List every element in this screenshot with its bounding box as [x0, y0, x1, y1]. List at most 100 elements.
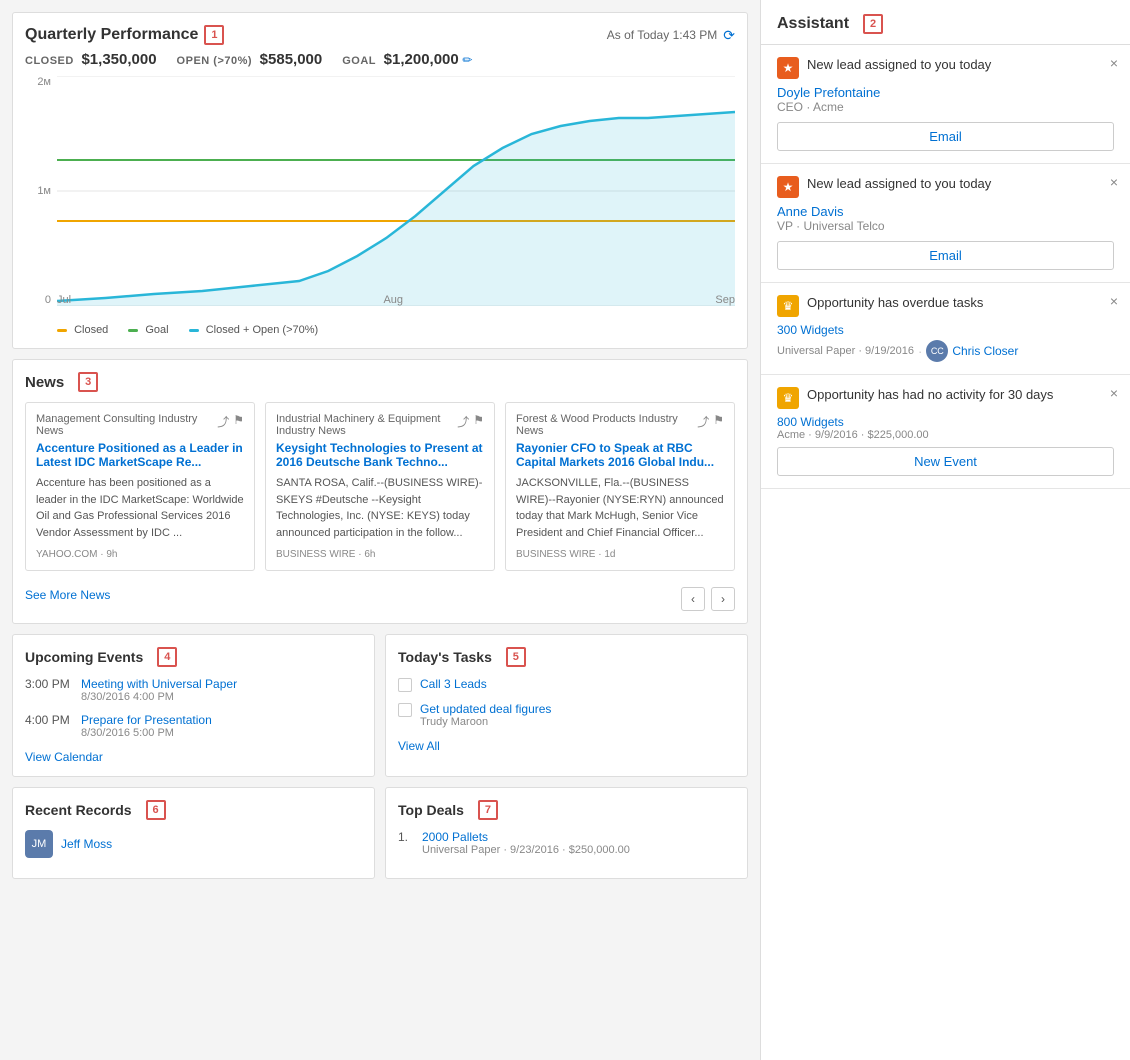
news-footer-0: YAHOO.COM · 9h: [36, 549, 244, 560]
x-label-sep: Sep: [715, 294, 735, 306]
deal-meta-0: Universal Paper · 9/23/2016 · $250,000.0…: [422, 844, 630, 856]
task-name-0[interactable]: Call 3 Leads: [420, 677, 487, 691]
lead-star-icon-1: ★: [777, 176, 799, 198]
perf-meta: As of Today 1:43 PM ⟳: [607, 27, 735, 44]
assistant-card-header-3: ♛ Opportunity has had no activity for 30…: [777, 387, 1114, 409]
close-card-0[interactable]: ×: [1110, 55, 1118, 71]
y-label-2m: 2м: [37, 76, 51, 88]
news-category-1: Industrial Machinery & Equipment Industr…: [276, 413, 457, 437]
event-name-1[interactable]: Prepare for Presentation: [81, 713, 212, 727]
close-card-1[interactable]: ×: [1110, 174, 1118, 190]
close-card-2[interactable]: ×: [1110, 293, 1118, 309]
news-body-2: JACKSONVILLE, Fla.--(BUSINESS WIRE)--Ray…: [516, 475, 724, 541]
assistant-deal-2[interactable]: 300 Widgets: [777, 323, 1114, 337]
task-content-1: Get updated deal figures Trudy Maroon: [420, 702, 551, 728]
news-footer-1: BUSINESS WIRE · 6h: [276, 549, 484, 560]
events-title: Upcoming Events 4: [25, 647, 362, 667]
recent-item-0: JM Jeff Moss: [25, 830, 362, 858]
assistant-role-1: VP · Universal Telco: [777, 219, 1114, 233]
closed-stat: CLOSED $1,350,000: [25, 51, 157, 68]
flag-icon-2[interactable]: ⚑: [713, 413, 724, 430]
news-category-0: Management Consulting Industry News: [36, 413, 217, 437]
x-label-aug: Aug: [383, 294, 403, 306]
edit-goal-icon[interactable]: ✏: [462, 53, 472, 67]
assistant-email-btn-1[interactable]: Email: [777, 241, 1114, 270]
recent-badge: 6: [146, 800, 166, 820]
news-next-button[interactable]: ›: [711, 587, 735, 611]
chart-y-labels: 2м 1м 0: [25, 76, 55, 306]
chart-svg-area: [57, 76, 735, 306]
perf-stats: CLOSED $1,350,000 OPEN (>70%) $585,000 G…: [25, 51, 735, 68]
task-checkbox-0[interactable]: [398, 678, 412, 692]
news-title-0[interactable]: Accenture Positioned as a Leader in Late…: [36, 441, 244, 469]
legend-closed-dot: [57, 329, 67, 332]
task-owner-1: Trudy Maroon: [420, 716, 551, 728]
assistant-card-title-0: New lead assigned to you today: [807, 57, 1114, 72]
assistant-card-title-1: New lead assigned to you today: [807, 176, 1114, 191]
view-calendar-link[interactable]: View Calendar: [25, 750, 103, 764]
news-item-0: Management Consulting Industry News ⤴ ⚑ …: [25, 402, 255, 571]
refresh-icon[interactable]: ⟳: [723, 27, 735, 44]
share-icon-0[interactable]: ⤴: [217, 413, 229, 430]
recent-section: Recent Records 6 JM Jeff Moss: [12, 787, 375, 879]
assistant-meta-3: Acme · 9/9/2016 · $225,000.00: [777, 429, 1114, 441]
recent-name-0[interactable]: Jeff Moss: [61, 837, 112, 851]
open-value: $585,000: [260, 51, 323, 68]
assistant-owner-2[interactable]: Chris Closer: [952, 344, 1018, 358]
news-title: News: [25, 374, 64, 391]
news-item-2: Forest & Wood Products Industry News ⤴ ⚑…: [505, 402, 735, 571]
event-time-1: 4:00 PM: [25, 713, 73, 739]
assistant-badge: 2: [863, 14, 883, 34]
recent-icon-0: JM: [25, 830, 53, 858]
x-label-jul: Jul: [57, 294, 71, 306]
assistant-person-0[interactable]: Doyle Prefontaine: [777, 85, 1114, 100]
event-name-0[interactable]: Meeting with Universal Paper: [81, 677, 237, 691]
assistant-person-1[interactable]: Anne Davis: [777, 204, 1114, 219]
perf-badge: 1: [204, 25, 224, 45]
performance-section: Quarterly Performance 1 As of Today 1:43…: [12, 12, 748, 349]
assistant-panel: Assistant 2 × ★ New lead assigned to you…: [760, 0, 1130, 1060]
assistant-card-0: × ★ New lead assigned to you today Doyle…: [761, 45, 1130, 164]
close-card-3[interactable]: ×: [1110, 385, 1118, 401]
event-time-0: 3:00 PM: [25, 677, 73, 703]
legend-closed-open: Closed + Open (>70%): [189, 324, 319, 336]
flag-icon-1[interactable]: ⚑: [473, 413, 484, 430]
assistant-card-title-2: Opportunity has overdue tasks: [807, 295, 1114, 310]
legend-goal-dot: [128, 329, 138, 332]
news-prev-button[interactable]: ‹: [681, 587, 705, 611]
assistant-card-2: × ♛ Opportunity has overdue tasks 300 Wi…: [761, 283, 1130, 375]
legend-closed-open-dot: [189, 329, 199, 332]
news-title-1[interactable]: Keysight Technologies to Present at 2016…: [276, 441, 484, 469]
task-name-1[interactable]: Get updated deal figures: [420, 702, 551, 716]
lead-star-icon-0: ★: [777, 57, 799, 79]
task-content-0: Call 3 Leads: [420, 677, 487, 691]
top-deals-title: Top Deals 7: [398, 800, 735, 820]
closed-value: $1,350,000: [81, 51, 156, 68]
tasks-title: Today's Tasks 5: [398, 647, 735, 667]
news-actions-2: ⤴ ⚑: [697, 413, 724, 430]
share-icon-2[interactable]: ⤴: [697, 413, 709, 430]
y-label-1m: 1м: [37, 185, 51, 197]
task-item-0: Call 3 Leads: [398, 677, 735, 692]
view-all-tasks-link[interactable]: View All: [398, 739, 440, 753]
event-item-0: 3:00 PM Meeting with Universal Paper 8/3…: [25, 677, 362, 703]
deal-name-0[interactable]: 2000 Pallets: [422, 830, 630, 844]
flag-icon-0[interactable]: ⚑: [233, 413, 244, 430]
task-item-1: Get updated deal figures Trudy Maroon: [398, 702, 735, 728]
closed-label: CLOSED: [25, 55, 74, 67]
task-checkbox-1[interactable]: [398, 703, 412, 717]
event-details-1: Prepare for Presentation 8/30/2016 5:00 …: [81, 713, 212, 739]
news-body-1: SANTA ROSA, Calif.--(BUSINESS WIRE)- SKE…: [276, 475, 484, 541]
y-label-0: 0: [45, 294, 51, 306]
assistant-new-event-btn[interactable]: New Event: [777, 447, 1114, 476]
assistant-title: Assistant: [777, 15, 849, 33]
assistant-deal-3[interactable]: 800 Widgets: [777, 415, 1114, 429]
share-icon-1[interactable]: ⤴: [457, 413, 469, 430]
see-more-news[interactable]: See More News: [25, 588, 110, 602]
assistant-email-btn-0[interactable]: Email: [777, 122, 1114, 151]
deal-content-0: 2000 Pallets Universal Paper · 9/23/2016…: [422, 830, 630, 856]
open-label: OPEN (>70%): [177, 55, 253, 67]
legend-closed: Closed: [57, 324, 108, 336]
goal-stat: GOAL $1,200,000 ✏: [342, 51, 472, 68]
news-title-2[interactable]: Rayonier CFO to Speak at RBC Capital Mar…: [516, 441, 724, 469]
